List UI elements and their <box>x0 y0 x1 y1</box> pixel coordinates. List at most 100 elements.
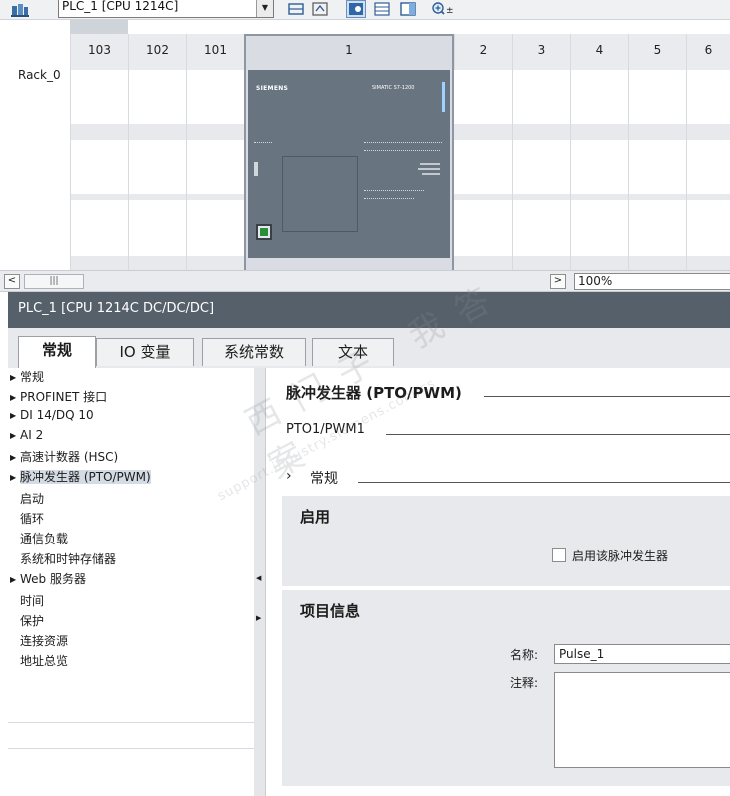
split-view-icon[interactable] <box>398 0 418 18</box>
network-icon[interactable] <box>286 0 306 18</box>
slot-5[interactable] <box>686 34 687 270</box>
nav-item-label: Web 服务器 <box>20 572 86 586</box>
expand-icon[interactable]: ▶ <box>10 473 20 482</box>
scroll-thumb[interactable]: ||| <box>24 274 84 289</box>
nav-item-web-server[interactable]: ▶ Web 服务器 <box>10 570 86 587</box>
nav-item-label: PROFINET 接口 <box>20 390 108 404</box>
nav-item-startup[interactable]: 启动 <box>20 490 44 507</box>
device-view-icon[interactable] <box>10 1 30 18</box>
nav-item-ai[interactable]: ▶ AI 2 <box>10 428 43 442</box>
slot-4[interactable] <box>628 34 629 270</box>
cpu-terminal <box>364 198 414 200</box>
cpu-brand: SIEMENS <box>256 85 289 92</box>
splitter-left-icon[interactable]: ◀ <box>256 574 261 582</box>
slot-3[interactable] <box>570 34 571 270</box>
divider <box>8 748 260 749</box>
nav-item-protection[interactable]: 保护 <box>20 612 44 629</box>
nav-item-label: 高速计数器 (HSC) <box>20 450 119 464</box>
slot-101[interactable] <box>186 34 187 270</box>
slot-header-103: 103 <box>70 34 128 70</box>
expand-icon[interactable]: ▶ <box>10 431 20 440</box>
name-input[interactable]: Pulse_1 <box>554 644 730 664</box>
cpu-status-led <box>442 82 445 112</box>
device-view-toolbar: PLC_1 [CPU 1214C] ▼ ± <box>0 0 730 20</box>
inspector-window: PLC_1 [CPU 1214C DC/DC/DC] 常规 IO 变量 系统常数… <box>0 292 730 796</box>
divider <box>8 722 260 723</box>
slot-header-5: 5 <box>628 34 686 70</box>
slot-header-4: 4 <box>570 34 628 70</box>
tab-system-constants[interactable]: 系统常数 <box>202 338 306 366</box>
nav-item-label: DI 14/DQ 10 <box>20 408 94 422</box>
table-icon[interactable] <box>372 0 392 18</box>
subsection-heading: PTO1/PWM1 <box>286 422 365 437</box>
expand-icon[interactable]: ▶ <box>10 453 20 462</box>
nav-item-label: 常规 <box>20 370 45 384</box>
ethernet-port-icon <box>256 224 272 240</box>
rack-tab <box>70 20 128 34</box>
device-select-value: PLC_1 [CPU 1214C] <box>62 0 179 13</box>
slot-header-101: 101 <box>186 34 244 70</box>
divider <box>358 482 730 483</box>
tab-general[interactable]: 常规 <box>18 336 96 368</box>
zoom-level-field[interactable]: 100% <box>574 273 730 290</box>
nav-item-label: 脉冲发生器 (PTO/PWM) <box>20 470 151 484</box>
enable-pulse-generator-checkbox[interactable] <box>552 548 566 562</box>
show-image-icon[interactable] <box>346 0 366 18</box>
topology-icon[interactable] <box>310 0 330 18</box>
slot-header-2: 2 <box>454 34 512 70</box>
nav-item-clock-memory[interactable]: 系统和时钟存储器 <box>20 550 116 567</box>
expand-icon[interactable]: ▶ <box>10 373 20 382</box>
tab-io-tags[interactable]: IO 变量 <box>96 338 194 366</box>
comment-label: 注释: <box>510 676 539 690</box>
expand-icon[interactable]: ▶ <box>10 411 20 420</box>
cpu-led-strip <box>254 162 258 176</box>
inspector-content: 脉冲发生器 (PTO/PWM) PTO1/PWM1 › 常规 启用 启用该脉冲发… <box>266 368 730 796</box>
splitter[interactable]: ◀ ▶ <box>254 368 266 796</box>
slot-2[interactable] <box>512 34 513 270</box>
enable-panel-title: 启用 <box>300 508 331 526</box>
cpu-module[interactable]: 1 SIEMENS SIMATIC S7-1200 <box>244 34 454 284</box>
nav-item-general[interactable]: ▶ 常规 <box>10 368 44 385</box>
cpu-terminal <box>364 150 440 152</box>
nav-item-connection-resources[interactable]: 连接资源 <box>20 632 68 649</box>
scroll-right-icon[interactable]: > <box>550 274 566 289</box>
enable-panel: 启用 启用该脉冲发生器 <box>282 496 730 586</box>
nav-item-di-dq[interactable]: ▶ DI 14/DQ 10 <box>10 408 94 422</box>
divider <box>484 396 730 397</box>
nav-item-time[interactable]: 时间 <box>20 592 44 609</box>
nav-item-hsc[interactable]: ▶ 高速计数器 (HSC) <box>10 448 118 465</box>
dropdown-arrow-icon[interactable]: ▼ <box>256 0 273 17</box>
nav-item-pulse-generator[interactable]: ▶ 脉冲发生器 (PTO/PWM) <box>10 468 151 485</box>
rack-view: 103 102 101 2 3 4 5 6 Rack_0 1 SIEMENS S… <box>0 20 730 284</box>
divider <box>386 434 730 435</box>
slot-header-102: 102 <box>128 34 186 70</box>
name-label: 名称: <box>510 648 539 662</box>
nav-item-profinet[interactable]: ▶ PROFINET 接口 <box>10 388 107 405</box>
nav-item-label: AI 2 <box>20 428 44 442</box>
slot-102[interactable] <box>128 34 129 270</box>
cpu-terminal <box>364 190 424 192</box>
svg-text:±: ± <box>446 6 453 16</box>
tab-texts[interactable]: 文本 <box>312 338 394 366</box>
slot-header-1: 1 <box>345 43 353 57</box>
nav-item-cycle[interactable]: 循环 <box>20 510 44 527</box>
expand-icon[interactable]: ▶ <box>10 393 20 402</box>
nav-item-address-overview[interactable]: 地址总览 <box>20 652 68 669</box>
nav-item-communication-load[interactable]: 通信负载 <box>20 530 68 547</box>
scroll-left-icon[interactable]: < <box>4 274 20 289</box>
device-select[interactable]: PLC_1 [CPU 1214C] ▼ <box>58 0 274 18</box>
rack-label: Rack_0 <box>18 68 61 82</box>
slot-103[interactable] <box>70 70 71 270</box>
slot-header-3: 3 <box>512 34 570 70</box>
section-general: 常规 <box>310 471 338 487</box>
section-heading: 脉冲发生器 (PTO/PWM) <box>286 384 462 402</box>
splitter-right-icon[interactable]: ▶ <box>256 614 261 622</box>
expand-icon[interactable]: ▶ <box>10 575 20 584</box>
inspector-tabs: 常规 IO 变量 系统常数 文本 <box>8 328 730 368</box>
zoom-icon[interactable]: ± <box>430 0 454 18</box>
rack-scrollbar[interactable]: < ||| > 100% <box>0 270 730 292</box>
cpu-front-panel <box>282 156 358 232</box>
collapse-icon[interactable]: › <box>286 468 292 484</box>
comment-input[interactable] <box>554 672 730 768</box>
inspector-title-bar: PLC_1 [CPU 1214C DC/DC/DC] <box>8 292 730 328</box>
